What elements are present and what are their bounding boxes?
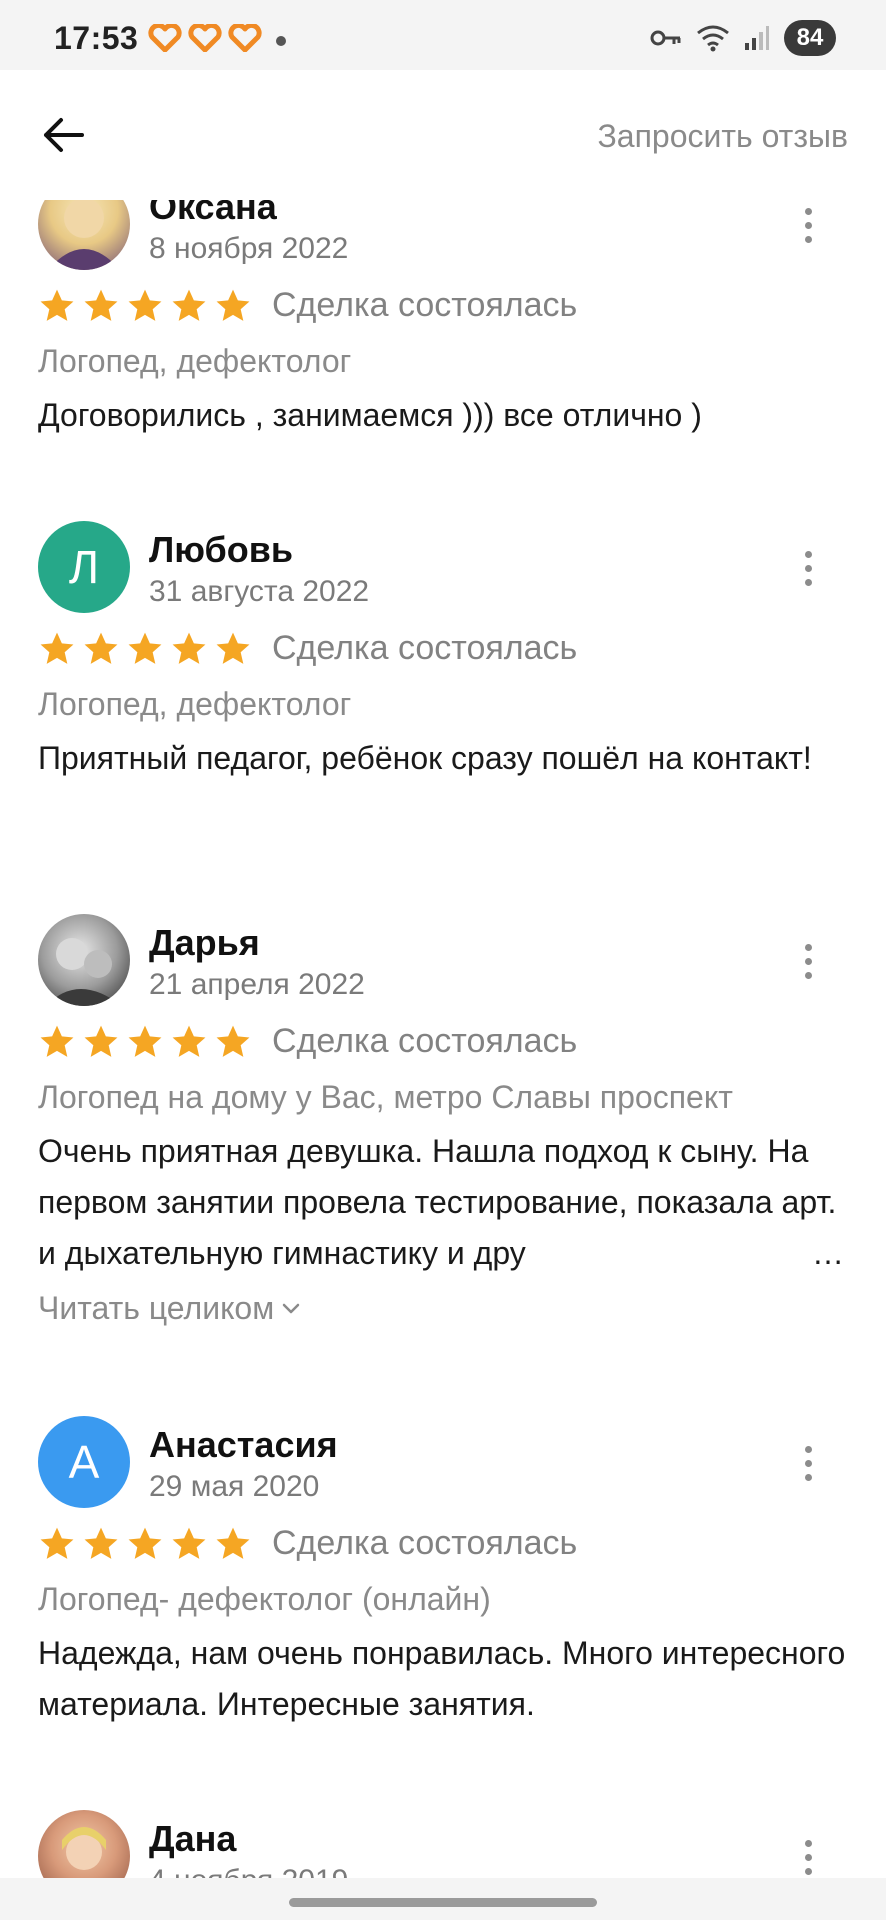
user-photo-icon <box>46 938 122 1006</box>
battery-level: 84 <box>784 20 836 56</box>
avatar <box>38 200 130 270</box>
home-indicator[interactable] <box>289 1898 597 1907</box>
deal-status: Сделка состоялась <box>272 629 578 667</box>
rating-stars <box>38 631 252 667</box>
review-date: 8 ноября 2022 <box>149 232 349 265</box>
chevron-down-icon <box>282 1303 300 1313</box>
review-service: Логопед на дому у Вас, метро Славы просп… <box>38 1079 733 1115</box>
deal-status: Сделка состоялась <box>272 286 578 324</box>
review-date: 31 августа 2022 <box>149 575 370 608</box>
review-author: Любовь <box>149 529 294 570</box>
avatar: Л <box>38 521 130 613</box>
review-text: Надежда, нам очень понравилась. Много ин… <box>38 1635 846 1722</box>
more-vertical-icon <box>804 207 812 215</box>
rating-row: Сделка состоялась <box>38 1524 577 1563</box>
review-date: 4 ноября 2019 <box>149 1864 348 1878</box>
app-heart-icon <box>228 24 262 52</box>
star-icon <box>128 1025 162 1057</box>
avatar: А <box>38 1416 130 1508</box>
status-time: 17:53 <box>54 20 139 56</box>
notification-dot <box>276 36 286 46</box>
star-icon <box>84 1025 118 1057</box>
arrow-left-icon <box>44 118 84 152</box>
avatar <box>38 914 130 1006</box>
star-icon <box>84 632 118 664</box>
status-icons: 84 <box>650 20 836 56</box>
star-icon <box>172 1527 206 1559</box>
review-service: Логопед- дефектолог (онлайн) <box>38 1581 491 1617</box>
rating-stars <box>38 1526 252 1562</box>
star-icon <box>172 1025 206 1057</box>
user-photo-icon <box>62 1827 106 1870</box>
star-icon <box>128 289 162 321</box>
rating-stars <box>38 1024 252 1060</box>
more-options-button[interactable] <box>790 543 826 593</box>
review-author: Оксана <box>149 200 277 227</box>
text-ellipsis: … <box>808 1228 844 1279</box>
avatar <box>38 1810 130 1878</box>
more-vertical-icon <box>804 1839 812 1847</box>
rating-row: Сделка состоялась <box>38 629 577 668</box>
star-icon <box>172 632 206 664</box>
notification-icons <box>148 24 262 52</box>
review-date: 21 апреля 2022 <box>149 968 365 1001</box>
star-icon <box>172 289 206 321</box>
status-bar: 17:53 84 <box>0 0 886 70</box>
wifi-icon <box>697 25 729 52</box>
more-vertical-icon <box>804 1445 812 1453</box>
star-icon <box>40 632 74 664</box>
signal-icon <box>745 26 769 50</box>
star-icon <box>84 289 118 321</box>
read-more-label: Читать целиком <box>38 1290 275 1326</box>
star-icon <box>216 632 250 664</box>
star-icon <box>40 289 74 321</box>
rating-stars <box>38 288 252 324</box>
star-icon <box>216 1025 250 1057</box>
top-app-bar: Запросить отзыв <box>0 70 886 200</box>
key-icon <box>650 30 681 46</box>
app-heart-icon <box>148 24 182 52</box>
more-options-button[interactable] <box>790 1438 826 1488</box>
request-review-button[interactable]: Запросить отзыв <box>597 118 848 155</box>
more-options-button[interactable] <box>790 936 826 986</box>
back-button[interactable] <box>38 110 88 160</box>
review-service: Логопед, дефектолог <box>38 343 352 379</box>
reviews-list[interactable]: Оксана 8 ноября 2022 Сделка состоялась Л… <box>0 200 886 1878</box>
rating-row: Сделка состоялась <box>38 1022 577 1061</box>
avatar-letter: А <box>68 1436 100 1488</box>
rating-row: Сделка состоялась <box>38 286 577 325</box>
review-author: Анастасия <box>149 1424 338 1465</box>
review-text: Договорились , занимаемся ))) все отличн… <box>38 397 702 433</box>
more-vertical-icon <box>804 943 812 951</box>
star-icon <box>216 1527 250 1559</box>
navigation-bar <box>0 1878 886 1920</box>
review-text: Очень приятная девушка. Нашла подход к с… <box>38 1133 837 1271</box>
star-icon <box>128 1527 162 1559</box>
review-author: Дана <box>149 1818 237 1859</box>
deal-status: Сделка состоялась <box>272 1524 578 1562</box>
more-options-button[interactable] <box>790 1832 826 1878</box>
star-icon <box>84 1527 118 1559</box>
avatar-letter: Л <box>68 541 100 593</box>
deal-status: Сделка состоялась <box>272 1022 578 1060</box>
user-photo-icon <box>48 200 120 270</box>
review-text: Приятный педагог, ребёнок сразу пошёл на… <box>38 740 812 776</box>
review-date: 29 мая 2020 <box>149 1470 320 1503</box>
app-heart-icon <box>188 24 222 52</box>
star-icon <box>40 1025 74 1057</box>
read-more-button[interactable]: Читать целиком <box>38 1290 300 1327</box>
more-vertical-icon <box>804 550 812 558</box>
more-options-button[interactable] <box>790 200 826 250</box>
star-icon <box>40 1527 74 1559</box>
review-author: Дарья <box>149 922 260 963</box>
review-service: Логопед, дефектолог <box>38 686 352 722</box>
star-icon <box>128 632 162 664</box>
star-icon <box>216 289 250 321</box>
